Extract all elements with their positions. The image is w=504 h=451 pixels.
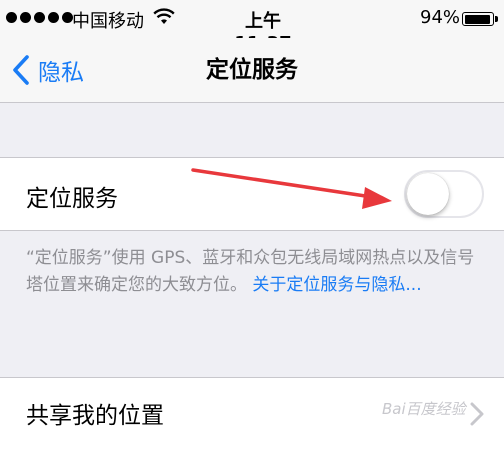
wifi-icon	[153, 8, 175, 30]
watermark: Bai百度经验	[382, 400, 466, 418]
about-location-privacy-link[interactable]: 关于定位服务与隐私...	[252, 275, 421, 295]
page-title: 定位服务	[206, 57, 298, 83]
chevron-right-icon	[470, 402, 484, 430]
battery-percentage: 94%	[420, 7, 461, 28]
signal-strength-icon	[6, 12, 73, 23]
carrier-name: 中国移动	[72, 11, 144, 32]
navigation-bar: 隐私 定位服务	[0, 38, 504, 103]
battery-tip	[495, 16, 498, 22]
location-services-toggle[interactable]	[404, 170, 484, 218]
battery-icon	[462, 12, 494, 26]
share-my-location-label: 共享我的位置	[26, 403, 164, 429]
location-services-label: 定位服务	[26, 186, 118, 212]
toggle-knob	[407, 173, 449, 215]
location-services-description: “定位服务”使用 GPS、蓝牙和众包无线局域网热点以及信号塔位置来确定您的大致方…	[26, 245, 486, 299]
status-bar: 中国移动 上午11:37 94%	[0, 0, 504, 54]
